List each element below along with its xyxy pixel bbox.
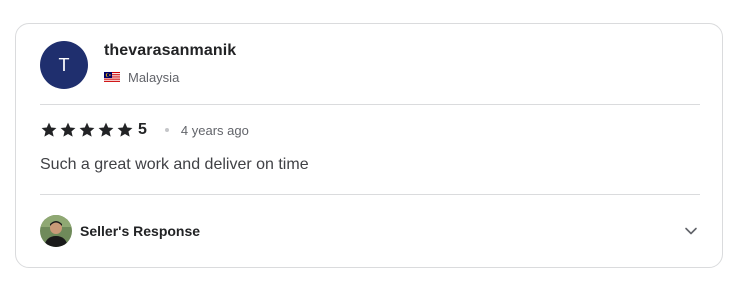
malaysia-flag-icon <box>104 72 120 83</box>
star-icon <box>60 122 76 137</box>
rating-row: 5 4 years ago <box>40 121 249 139</box>
seller-response-toggle[interactable]: Seller's Response <box>40 214 700 248</box>
star-icon <box>117 122 133 137</box>
star-icon <box>98 122 114 137</box>
divider <box>40 194 700 195</box>
review-timestamp: 4 years ago <box>180 122 249 138</box>
country-name: Malaysia <box>128 70 180 85</box>
seller-avatar <box>40 215 72 247</box>
reviewer-avatar[interactable]: T <box>40 41 88 89</box>
chevron-down-icon[interactable] <box>684 224 698 238</box>
review-text: Such a great work and deliver on time <box>40 156 309 173</box>
rating-value: 5 <box>138 121 147 138</box>
star-rating <box>40 121 134 139</box>
divider <box>40 104 700 105</box>
star-icon <box>79 122 95 137</box>
reviewer-country: Malaysia <box>104 70 179 85</box>
seller-photo <box>40 215 72 247</box>
separator-dot <box>164 128 169 132</box>
reviewer-username[interactable]: thevarasanmanik <box>104 42 236 60</box>
avatar-initial: T <box>58 54 70 75</box>
review-card: T thevarasanmanik Malaysia 5 4 years ago… <box>15 23 723 268</box>
star-icon <box>41 122 57 137</box>
seller-response-label: Seller's Response <box>80 223 201 239</box>
